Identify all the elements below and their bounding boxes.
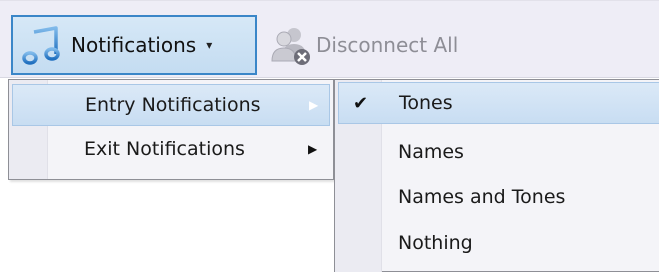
submenu-item-tones[interactable]: ✔ Tones (338, 82, 659, 124)
people-disconnect-icon (268, 22, 314, 68)
submenu-item-nothing[interactable]: Nothing (338, 222, 659, 264)
disconnect-all-button[interactable]: Disconnect All (268, 21, 458, 69)
chevron-right-icon: ▶ (309, 98, 319, 112)
submenu-item-label: Tones (399, 92, 453, 114)
submenu-item-names-and-tones[interactable]: Names and Tones (338, 176, 659, 218)
notifications-button-label: Notifications (71, 33, 197, 57)
toolbar-divider (0, 77, 659, 78)
chevron-down-icon: ▾ (206, 38, 213, 52)
menu-item-label: Exit Notifications (84, 138, 245, 160)
menu-item-entry-notifications[interactable]: Entry Notifications ▶ (12, 84, 330, 126)
notifications-menu: Entry Notifications ▶ Exit Notifications… (8, 79, 334, 180)
entry-notifications-submenu: ✔ Tones Names Names and Tones Nothing (334, 79, 659, 272)
submenu-item-label: Nothing (398, 232, 473, 254)
app-window: Notifications ▾ Disconnect All Entry Not… (0, 0, 659, 272)
submenu-item-label: Names (398, 141, 464, 163)
menu-item-label: Entry Notifications (85, 94, 261, 116)
submenu-item-label: Names and Tones (398, 186, 566, 208)
music-note-icon (19, 21, 67, 69)
chevron-right-icon: ▶ (308, 142, 318, 156)
toolbar: Notifications ▾ Disconnect All (0, 0, 659, 78)
menu-item-exit-notifications[interactable]: Exit Notifications ▶ (12, 128, 330, 170)
disconnect-all-label: Disconnect All (316, 33, 459, 57)
checkmark-icon: ✔ (353, 92, 369, 114)
submenu-item-names[interactable]: Names (338, 131, 659, 173)
notifications-dropdown-button[interactable]: Notifications ▾ (11, 15, 257, 75)
